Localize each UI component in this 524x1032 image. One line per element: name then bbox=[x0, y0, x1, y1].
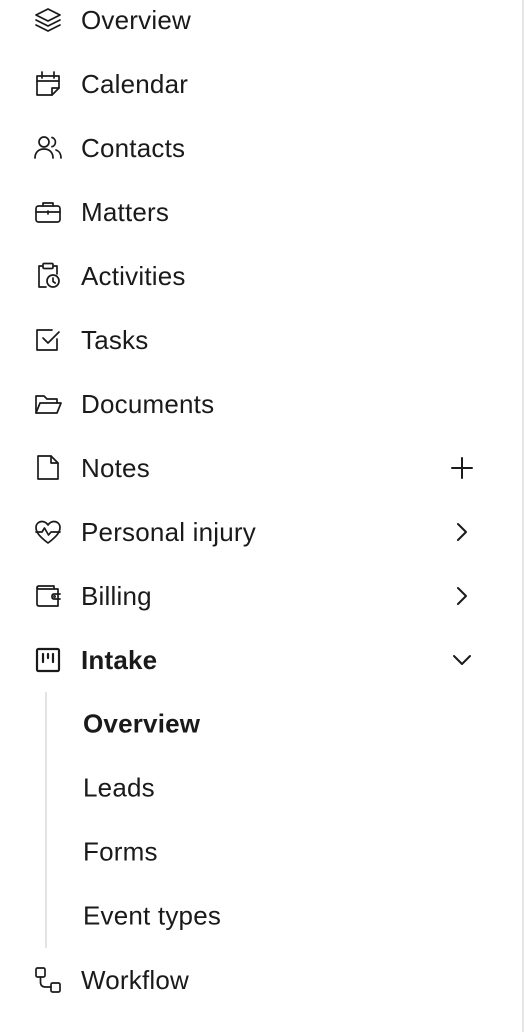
sidebar-item-notes[interactable]: Notes bbox=[0, 440, 510, 496]
sidebar-subitem-event-types[interactable]: Event types bbox=[0, 888, 510, 944]
chevron-right-icon[interactable] bbox=[446, 516, 478, 548]
users-icon bbox=[32, 132, 64, 164]
sidebar-item-workflow[interactable]: Workflow bbox=[0, 952, 510, 1008]
folder-open-icon bbox=[32, 388, 64, 420]
sidebar-item-personal-injury[interactable]: Personal injury bbox=[0, 504, 510, 560]
layers-icon bbox=[32, 4, 64, 36]
sidebar-item-label: Calendar bbox=[81, 68, 189, 99]
kanban-icon bbox=[32, 644, 64, 676]
plus-icon[interactable] bbox=[446, 452, 478, 484]
sidebar-item-activities[interactable]: Activities bbox=[0, 248, 510, 304]
sidebar-item-label: Personal injury bbox=[81, 516, 256, 547]
calendar-icon bbox=[32, 68, 64, 100]
sidebar-item-label: Contacts bbox=[81, 132, 186, 163]
sidebar-item-calendar[interactable]: Calendar bbox=[0, 56, 510, 112]
sidebar-item-tasks[interactable]: Tasks bbox=[0, 312, 510, 368]
sidebar-item-documents[interactable]: Documents bbox=[0, 376, 510, 432]
sidebar-item-label: Billing bbox=[81, 580, 152, 611]
sidebar-nav: Overview Calendar Contacts Matters Activ… bbox=[0, 0, 510, 1032]
sidebar-item-matters[interactable]: Matters bbox=[0, 184, 510, 240]
wallet-icon bbox=[32, 580, 64, 612]
heart-pulse-icon bbox=[32, 516, 64, 548]
sidebar-item-label: Notes bbox=[81, 452, 150, 483]
sidebar-item-billing[interactable]: Billing bbox=[0, 568, 510, 624]
sidebar-item-label: Overview bbox=[81, 4, 191, 35]
sidebar-item-label: Workflow bbox=[81, 964, 190, 995]
briefcase-icon bbox=[32, 196, 64, 228]
sidebar-item-label: Activities bbox=[81, 260, 186, 291]
sidebar-subitem-label: Event types bbox=[83, 900, 222, 931]
checkbox-icon bbox=[32, 324, 64, 356]
workflow-icon bbox=[32, 964, 64, 996]
sidebar-item-label: Matters bbox=[81, 196, 170, 227]
sidebar-subitem-intake-overview[interactable]: Overview bbox=[0, 696, 510, 752]
note-icon bbox=[32, 452, 64, 484]
sidebar-subitem-leads[interactable]: Leads bbox=[0, 760, 510, 816]
sidebar-item-label: Documents bbox=[81, 388, 215, 419]
sidebar-item-overview[interactable]: Overview bbox=[0, 0, 510, 48]
sidebar-subitem-forms[interactable]: Forms bbox=[0, 824, 510, 880]
sidebar-subitem-label: Leads bbox=[83, 772, 155, 803]
chevron-right-icon[interactable] bbox=[446, 580, 478, 612]
sidebar-item-intake[interactable]: Intake bbox=[0, 632, 510, 688]
sidebar-subitem-label: Forms bbox=[83, 836, 158, 867]
sidebar-subitem-label: Overview bbox=[83, 708, 201, 739]
sidebar-item-contacts[interactable]: Contacts bbox=[0, 120, 510, 176]
sidebar-item-label: Intake bbox=[81, 644, 158, 675]
sidebar-item-label: Tasks bbox=[81, 324, 149, 355]
chevron-down-icon[interactable] bbox=[446, 644, 478, 676]
clipboard-clock-icon bbox=[32, 260, 64, 292]
